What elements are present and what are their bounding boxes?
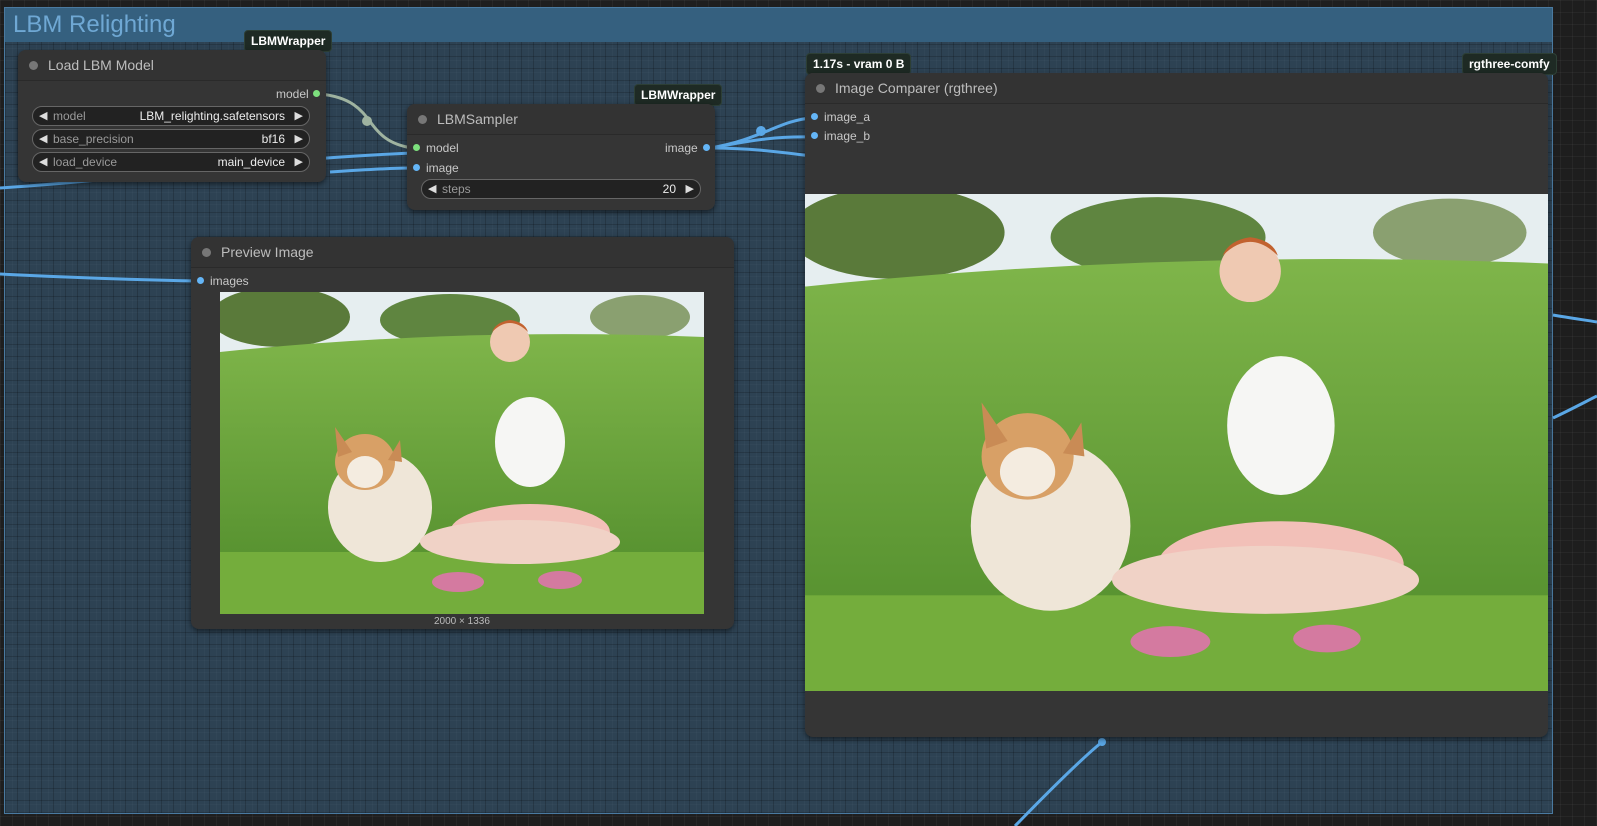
wire-sampler-to-comparer-c — [709, 146, 813, 158]
load-lbm-title-bar[interactable]: Load LBM Model — [18, 50, 326, 81]
wire-right-edge-1 — [1552, 313, 1597, 324]
node-title: Load LBM Model — [48, 57, 154, 73]
collapse-dot-icon[interactable] — [418, 115, 427, 124]
collapse-dot-icon[interactable] — [202, 248, 211, 257]
collapse-dot-icon[interactable] — [29, 61, 38, 70]
increment-arrow-icon[interactable]: ▶ — [295, 155, 303, 168]
wire-right-edge-2 — [1552, 394, 1597, 420]
comparer-title-bar[interactable]: Image Comparer (rgthree) — [805, 73, 1548, 104]
decrement-arrow-icon[interactable]: ◀ — [428, 182, 436, 195]
image-comparer-node[interactable]: Image Comparer (rgthree) image_a image_b — [805, 73, 1548, 737]
preview-title-bar[interactable]: Preview Image — [191, 237, 734, 268]
model-output-socket[interactable] — [313, 90, 320, 97]
wire-bottom-to-comparer — [1013, 740, 1103, 826]
increment-arrow-icon[interactable]: ▶ — [295, 109, 303, 122]
widget-name: base_precision — [53, 132, 134, 146]
widget-value: 20 — [662, 182, 676, 196]
sampler-badge: LBMWrapper — [634, 84, 723, 106]
node-title: LBMSampler — [437, 111, 518, 127]
images-input-label: images — [210, 274, 249, 288]
preview-photo — [220, 292, 704, 614]
wire-sampler-to-comparer-b — [709, 135, 813, 150]
model-output-label: model — [276, 87, 309, 101]
image-output-socket[interactable] — [703, 144, 710, 151]
lbm-sampler-node[interactable]: LBMSampler model image image ◀ steps 20 … — [407, 104, 715, 210]
image-a-input-socket[interactable] — [811, 113, 818, 120]
preview-image-node[interactable]: Preview Image images 2000 × 1336 — [191, 237, 734, 629]
timing-badge: 1.17s - vram 0 B — [806, 53, 912, 75]
image-output-label: image — [665, 141, 698, 155]
image-input-label: image — [426, 161, 459, 175]
node-title: Image Comparer (rgthree) — [835, 80, 998, 96]
decrement-arrow-icon[interactable]: ◀ — [39, 132, 47, 145]
wire-image-to-sampler — [329, 166, 413, 174]
image-a-input-label: image_a — [824, 110, 871, 124]
decrement-arrow-icon[interactable]: ◀ — [39, 109, 47, 122]
base-precision-widget[interactable]: ◀ base_precision bf16 ▶ — [32, 129, 310, 149]
image-size-caption: 2000 × 1336 — [434, 616, 490, 627]
model-input-socket[interactable] — [413, 144, 420, 151]
load-lbm-badge: LBMWrapper — [244, 30, 333, 52]
widget-name: steps — [442, 182, 471, 196]
load-lbm-model-node[interactable]: Load LBM Model model ◀ model LBM_relight… — [18, 50, 326, 182]
collapse-dot-icon[interactable] — [816, 84, 825, 93]
widget-name: model — [53, 109, 86, 123]
comparer-photo-image — [805, 194, 1548, 691]
comparer-photo[interactable] — [805, 194, 1548, 691]
wire-image-to-preview — [0, 272, 201, 283]
widget-name: load_device — [53, 155, 118, 169]
images-input-socket[interactable] — [197, 277, 204, 284]
load-device-widget[interactable]: ◀ load_device main_device ▶ — [32, 152, 310, 172]
image-b-input-socket[interactable] — [811, 132, 818, 139]
increment-arrow-icon[interactable]: ▶ — [295, 132, 303, 145]
steps-widget[interactable]: ◀ steps 20 ▶ — [421, 179, 701, 199]
sampler-title-bar[interactable]: LBMSampler — [407, 104, 715, 135]
increment-arrow-icon[interactable]: ▶ — [686, 182, 694, 195]
widget-value: bf16 — [261, 132, 285, 146]
widget-value: LBM_relighting.safetensors — [139, 109, 285, 123]
preview-photo-image — [220, 292, 704, 614]
node-title: Preview Image — [221, 244, 314, 260]
model-input-label: model — [426, 141, 459, 155]
model-widget[interactable]: ◀ model LBM_relighting.safetensors ▶ — [32, 106, 310, 126]
image-b-input-label: image_b — [824, 129, 871, 143]
image-input-socket[interactable] — [413, 164, 420, 171]
widget-value: main_device — [217, 155, 285, 169]
comparer-badge: rgthree-comfy — [1462, 53, 1557, 75]
decrement-arrow-icon[interactable]: ◀ — [39, 155, 47, 168]
